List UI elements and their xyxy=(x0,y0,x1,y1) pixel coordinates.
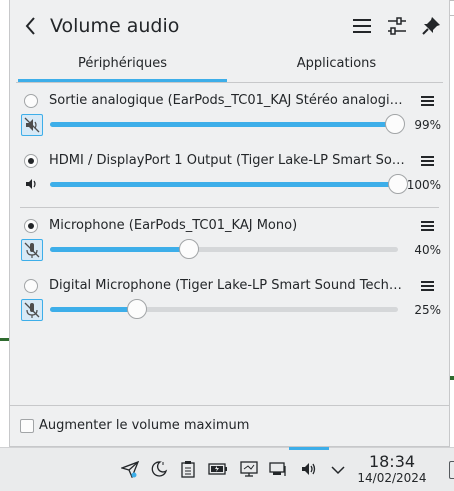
configure-button[interactable] xyxy=(385,14,409,38)
expand-tray-icon xyxy=(331,466,345,475)
clock-time[interactable]: 18:34 xyxy=(362,453,422,471)
device-default-radio[interactable] xyxy=(24,154,38,168)
tab-bar: Périphériques Applications xyxy=(16,52,443,83)
active-tray-indicator xyxy=(289,447,329,450)
display-icon xyxy=(240,461,258,477)
hamburger-menu-icon xyxy=(421,156,434,166)
night-color-tray-button[interactable] xyxy=(150,460,168,478)
battery-icon xyxy=(208,463,227,475)
back-button[interactable] xyxy=(20,13,42,39)
show-desktop-button[interactable] xyxy=(449,461,454,479)
device-menu-button[interactable] xyxy=(420,93,436,109)
display-tray-button[interactable] xyxy=(240,460,258,478)
device-name: HDMI / DisplayPort 1 Output (Tiger Lake-… xyxy=(49,153,409,168)
slider-fill xyxy=(50,307,137,312)
device-row: Sortie analogique (EarPods_TC01_KAJ Stér… xyxy=(10,91,451,141)
mute-button[interactable] xyxy=(21,239,43,261)
slider-handle[interactable] xyxy=(127,299,147,319)
device-row: HDMI / DisplayPort 1 Output (Tiger Lake-… xyxy=(10,151,451,201)
speaker-muted-icon xyxy=(24,117,40,133)
slider-handle[interactable] xyxy=(179,239,200,259)
clipboard-icon xyxy=(181,461,195,478)
volume-slider[interactable] xyxy=(50,114,405,134)
section-divider xyxy=(20,207,439,208)
device-menu-button[interactable] xyxy=(420,278,436,294)
network-icon xyxy=(269,462,286,476)
hamburger-menu-icon xyxy=(353,19,371,33)
mute-button[interactable] xyxy=(21,114,43,136)
mute-button[interactable] xyxy=(21,174,43,196)
volume-slider[interactable] xyxy=(50,239,398,259)
clock-date: 14/02/2024 xyxy=(357,471,427,485)
desktop-background-line xyxy=(0,338,9,341)
mute-button[interactable] xyxy=(21,299,43,321)
tab-devices[interactable]: Périphériques xyxy=(16,52,229,82)
volume-percent: 99% xyxy=(414,118,441,132)
sliders-icon xyxy=(388,17,406,35)
device-menu-button[interactable] xyxy=(420,153,436,169)
device-name: Microphone (EarPods_TC01_KAJ Mono) xyxy=(49,218,298,233)
pin-button[interactable] xyxy=(419,14,443,38)
volume-tray-button[interactable] xyxy=(300,460,318,478)
device-default-radio[interactable] xyxy=(24,94,38,108)
hamburger-menu-icon xyxy=(421,221,434,231)
device-default-radio[interactable] xyxy=(24,219,38,233)
night-color-icon xyxy=(151,461,168,477)
send-icon xyxy=(119,460,140,479)
audio-volume-popup: Volume audio Périphériques Applications … xyxy=(9,0,450,447)
hamburger-menu-icon xyxy=(421,96,434,106)
slider-fill xyxy=(50,122,395,127)
page-title: Volume audio xyxy=(50,15,180,37)
microphone-muted-icon xyxy=(24,302,40,318)
menu-button[interactable] xyxy=(350,14,374,38)
network-tray-button[interactable] xyxy=(269,460,287,478)
volume-slider[interactable] xyxy=(50,299,398,319)
slider-fill xyxy=(50,247,190,252)
volume-percent: 25% xyxy=(414,303,441,317)
device-name: Sortie analogique (EarPods_TC01_KAJ Stér… xyxy=(49,93,409,108)
tab-applications[interactable]: Applications xyxy=(230,52,443,82)
battery-tray-button[interactable] xyxy=(208,460,227,478)
chevron-left-icon xyxy=(25,17,35,35)
volume-slider[interactable] xyxy=(50,174,408,194)
clipboard-tray-button[interactable] xyxy=(179,460,197,478)
send-tray-button[interactable] xyxy=(119,460,140,479)
device-name: Digital Microphone (Tiger Lake-LP Smart … xyxy=(49,278,409,293)
popup-footer: Augmenter le volume maximum xyxy=(10,405,449,448)
volume-icon xyxy=(302,463,316,475)
microphone-muted-icon xyxy=(24,242,40,258)
hamburger-menu-icon xyxy=(421,281,434,291)
volume-percent: 40% xyxy=(414,243,441,257)
volume-percent: 100% xyxy=(406,178,441,192)
taskbar: 18:34 14/02/2024 xyxy=(0,447,454,491)
pin-icon xyxy=(422,17,440,35)
device-default-radio[interactable] xyxy=(24,279,38,293)
popup-header: Volume audio xyxy=(10,0,449,52)
device-row: Microphone (EarPods_TC01_KAJ Mono) 40% xyxy=(10,216,451,266)
device-menu-button[interactable] xyxy=(420,218,436,234)
raise-max-volume-label[interactable]: Augmenter le volume maximum xyxy=(39,416,249,436)
speaker-icon xyxy=(26,179,36,189)
raise-max-volume-checkbox[interactable] xyxy=(20,419,34,433)
expand-tray-button[interactable] xyxy=(329,460,347,478)
device-row: Digital Microphone (Tiger Lake-LP Smart … xyxy=(10,276,451,326)
slider-fill xyxy=(50,182,398,187)
desktop-background-line xyxy=(450,376,454,380)
